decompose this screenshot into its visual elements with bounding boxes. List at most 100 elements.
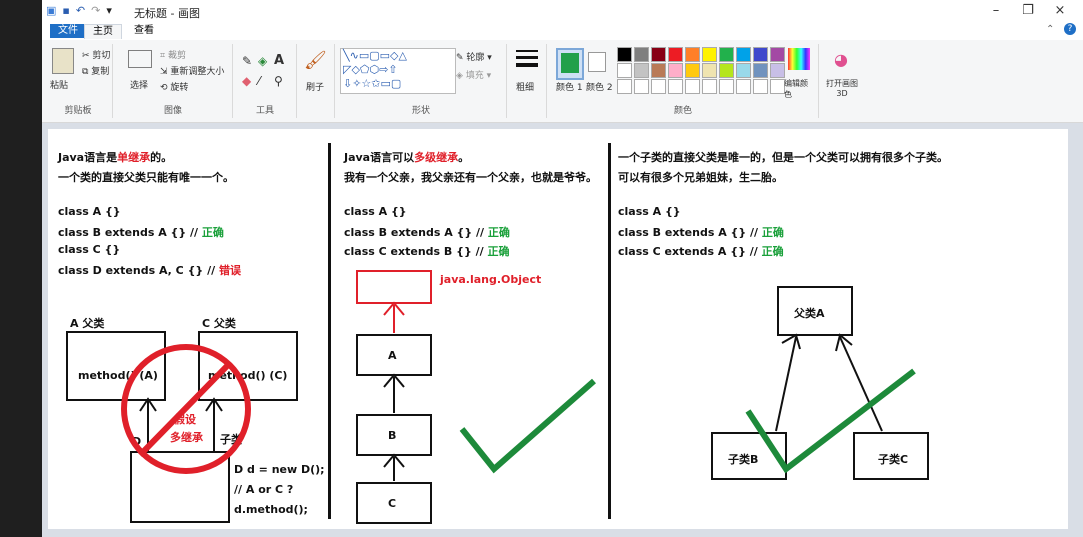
brush-icon[interactable]: 🖌 [304, 50, 327, 71]
text-tool-icon[interactable]: A [274, 53, 284, 68]
cut-label: 剪切 [92, 51, 111, 61]
color-swatch[interactable] [770, 47, 785, 62]
p3-code3: class C extends A {} // 正确 [618, 243, 784, 259]
magnifier-icon[interactable]: ⚲ [274, 74, 283, 88]
close-button[interactable]: × [1046, 2, 1074, 20]
help-icon[interactable]: ? [1064, 23, 1076, 35]
size-group: 粗细 [508, 44, 547, 118]
resize-button[interactable]: ⇲ 重新调整大小 [160, 64, 224, 77]
edit-colors-icon[interactable] [788, 48, 810, 70]
palette-row [616, 62, 786, 78]
save-icon[interactable]: ▪ [62, 4, 69, 17]
p2-line1c: 。 [458, 151, 470, 164]
color-swatch[interactable] [736, 79, 751, 94]
color-swatch[interactable] [753, 79, 768, 94]
drawing-canvas[interactable]: Java语言是单继承的。 一个类的直接父类只能有唯一一个。 class A {}… [48, 129, 1068, 529]
color-swatch[interactable] [753, 63, 768, 78]
color-swatch[interactable] [668, 79, 683, 94]
color-swatch[interactable] [685, 79, 700, 94]
color-swatch[interactable] [685, 47, 700, 62]
fill-icon[interactable]: ◈ [258, 54, 267, 68]
paint-window: ▣ ▪ ↶ ↷ ▾ 无标题 - 画图 – ❐ × 文件 主页 查看 ⌃ ? 粘贴… [42, 0, 1083, 537]
size-button[interactable]: 粗细 [516, 80, 534, 93]
colors-group-label: 颜色 [673, 106, 692, 116]
shapes-gallery[interactable]: ╲∿▭▢▭◇△ ◸◇⬠⬡⇨⇧ ⇩✧☆✩▭▢ [340, 48, 456, 94]
tab-file[interactable]: 文件 [50, 24, 86, 38]
color-swatch[interactable] [617, 79, 632, 94]
color-swatch[interactable] [736, 63, 751, 78]
brushes-button[interactable]: 刷子 [306, 80, 324, 93]
p2-line1b: 多级继承 [414, 151, 459, 164]
cut-button[interactable]: ✂ 剪切 [82, 48, 110, 61]
color2-selector[interactable] [588, 52, 606, 72]
color-swatch[interactable] [753, 47, 768, 62]
colors-group: 颜色 1 颜色 2 编辑颜色 颜色 [548, 44, 819, 118]
paint3d-button[interactable]: 打开画图 3D [824, 78, 860, 98]
color-swatch[interactable] [668, 63, 683, 78]
p2-checkmark-icon [459, 378, 596, 474]
color-picker-icon[interactable]: ⁄ [258, 74, 260, 88]
tab-view[interactable]: 查看 [126, 24, 162, 38]
maximize-button[interactable]: ❐ [1014, 2, 1042, 20]
color-swatch[interactable] [634, 79, 649, 94]
fill-button[interactable]: ◈ 填充 ▾ [456, 68, 491, 81]
color-swatch[interactable] [668, 47, 683, 62]
color-swatch[interactable] [651, 63, 666, 78]
paste-icon[interactable] [52, 48, 74, 74]
color-swatch[interactable] [719, 63, 734, 78]
p2-code2: class B extends A {} // 正确 [344, 224, 510, 240]
shapes-group: ╲∿▭▢▭◇△ ◸◇⬠⬡⇨⇧ ⇩✧☆✩▭▢ ✎ 轮廓 ▾ ◈ 填充 ▾ 形状 [336, 44, 507, 118]
ribbon-tabs: 文件 主页 查看 ⌃ ? [42, 22, 1083, 40]
color-swatch[interactable] [702, 79, 717, 94]
outline-button[interactable]: ✎ 轮廓 ▾ [456, 50, 492, 63]
paste-button[interactable]: 粘贴 [50, 78, 68, 91]
eraser-icon[interactable]: ◆ [242, 74, 251, 88]
paint-app-icon: ▣ [46, 4, 57, 17]
edit-colors-button[interactable]: 编辑颜色 [784, 78, 814, 100]
select-icon[interactable] [128, 50, 152, 68]
color-swatch[interactable] [651, 47, 666, 62]
shapes-group-label: 形状 [411, 106, 430, 116]
redo-icon[interactable]: ↷ [91, 4, 100, 17]
color-swatch[interactable] [634, 63, 649, 78]
color-swatch[interactable] [736, 47, 751, 62]
copy-button[interactable]: ⧉ 复制 [82, 64, 109, 77]
color-swatch[interactable] [651, 79, 666, 94]
pencil-icon[interactable]: ✎ [242, 54, 252, 68]
color-swatch[interactable] [719, 79, 734, 94]
collapse-ribbon-icon[interactable]: ⌃ [1046, 24, 1054, 35]
undo-icon[interactable]: ↶ [76, 4, 85, 17]
minimize-button[interactable]: – [982, 2, 1010, 20]
customize-chevron-icon[interactable]: ▾ [106, 4, 112, 17]
paint3d-icon[interactable]: ◕ [834, 50, 848, 69]
p2-code3: class C extends B {} // 正确 [344, 243, 509, 259]
ribbon: 粘贴 ✂ 剪切 ⧉ 复制 剪贴板 选择 ⌗ 裁剪 ⇲ 重新调整大小 ⟲ 旋转 图… [42, 40, 1083, 123]
crop-button[interactable]: ⌗ 裁剪 [160, 48, 186, 61]
color-swatch[interactable] [702, 47, 717, 62]
color-swatch[interactable] [770, 63, 785, 78]
copy-label: 复制 [91, 67, 110, 77]
color-swatch[interactable] [634, 47, 649, 62]
color-swatch[interactable] [617, 63, 632, 78]
color-swatch[interactable] [702, 63, 717, 78]
color-swatch[interactable] [617, 47, 632, 62]
brushes-group: 🖌 刷子 [298, 44, 335, 118]
size-line-1 [516, 50, 538, 52]
select-button[interactable]: 选择 [130, 78, 148, 91]
title-bar: ▣ ▪ ↶ ↷ ▾ 无标题 - 画图 – ❐ × [42, 0, 1083, 22]
tools-group: ✎ ◈ A ◆ ⁄ ⚲ 工具 [234, 44, 297, 118]
resize-label: 重新调整大小 [170, 67, 225, 77]
color-swatch[interactable] [685, 63, 700, 78]
drawing-strokes [121, 270, 929, 524]
outline-label: 轮廓 [466, 53, 485, 63]
color-swatch[interactable] [770, 79, 785, 94]
p3-line2: 可以有很多个兄弟姐妹，生二胎。 [618, 171, 783, 184]
color-swatch[interactable] [719, 47, 734, 62]
canvas-area: Java语言是单继承的。 一个类的直接父类只能有唯一一个。 class A {}… [42, 123, 1083, 537]
tab-home[interactable]: 主页 [84, 24, 122, 39]
color1-selector[interactable] [556, 48, 584, 80]
rotate-button[interactable]: ⟲ 旋转 [160, 80, 188, 93]
paint3d-group: ◕ 打开画图 3D [820, 44, 864, 118]
p2-box-c-label: C [388, 497, 397, 510]
color2-label: 颜色 2 [586, 83, 613, 93]
